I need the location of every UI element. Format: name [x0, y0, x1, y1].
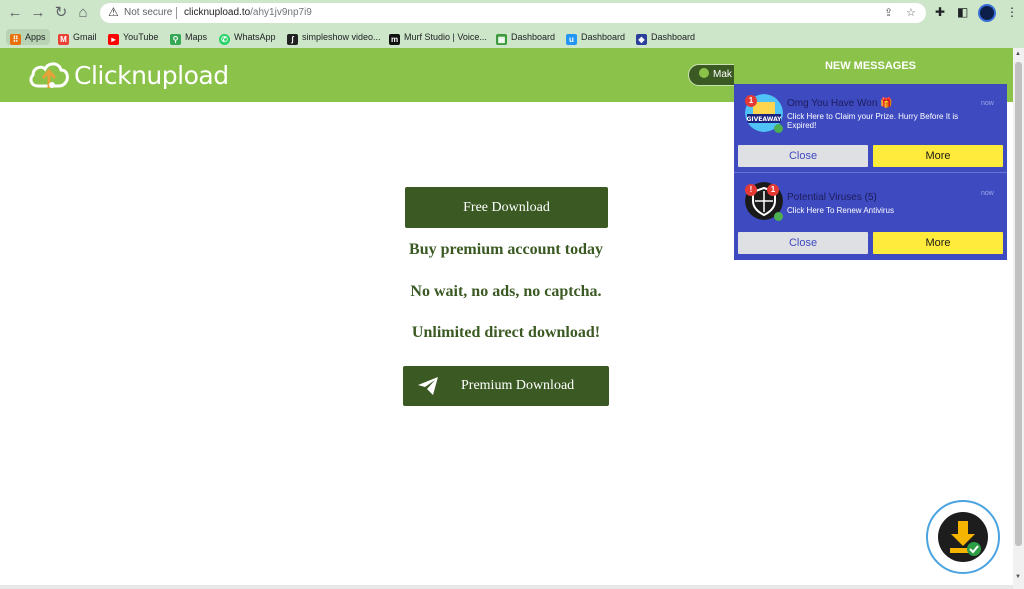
notification-header: NEW MESSAGES	[734, 48, 1007, 84]
promo-line-2: No wait, no ads, no captcha.	[410, 283, 602, 300]
notification-panel: NEW MESSAGES GIVEAWAY 1 Omg You Have Won…	[734, 48, 1007, 260]
notification-count-badge: 1	[767, 184, 779, 196]
forward-arrow-icon[interactable]: →	[29, 4, 47, 22]
bookmark-label: Maps	[185, 32, 208, 42]
notification-time: now	[981, 100, 994, 107]
notification-more-button[interactable]: More	[873, 145, 1003, 167]
bookmark-simpleshow[interactable]: ʃ simpleshow video...	[287, 29, 381, 45]
sidepanel-icon[interactable]: ◧	[957, 5, 968, 19]
download-arrow-icon	[950, 521, 981, 556]
url-text[interactable]: clicknupload.to/ahy1jv9np7i9	[184, 7, 312, 18]
bookmark-label: Apps	[25, 32, 46, 42]
header-make-button[interactable]: Mak	[688, 64, 738, 86]
notification-count-badge: !	[745, 184, 757, 196]
notification-time: now	[981, 190, 994, 197]
notification-close-button[interactable]: Close	[738, 232, 868, 254]
svg-text:GIVEAWAY: GIVEAWAY	[746, 116, 782, 123]
scroll-up-icon[interactable]: ▲	[1015, 51, 1021, 57]
gmail-icon: M	[58, 34, 69, 45]
notification-description[interactable]: Click Here to Claim your Prize. Hurry Be…	[787, 112, 979, 130]
bookmark-label: WhatsApp	[234, 32, 276, 42]
notification-more-button[interactable]: More	[873, 232, 1003, 254]
bookmark-gmail[interactable]: M Gmail	[58, 29, 97, 45]
share-icon[interactable]: ⇪	[884, 6, 893, 19]
header-button-label: Mak	[713, 69, 732, 80]
extensions-puzzle-icon[interactable]: ✚	[935, 5, 945, 19]
bookmark-label: Dashboard	[581, 32, 626, 42]
notification-title[interactable]: Potential Viruses (5)	[787, 192, 877, 203]
notification-title[interactable]: Omg You Have Won 🎁	[787, 98, 893, 109]
address-divider	[176, 7, 177, 19]
url-domain: clicknupload.to	[184, 7, 251, 18]
premium-download-button[interactable]: Premium Download	[403, 366, 609, 406]
back-arrow-icon[interactable]: ←	[6, 4, 24, 22]
bookmark-label: Murf Studio | Voice...	[404, 32, 487, 42]
promo-line-1: Buy premium account today	[409, 241, 603, 258]
bookmark-apps[interactable]: ⠿ Apps	[6, 29, 50, 45]
free-download-button[interactable]: Free Download	[405, 187, 608, 228]
kebab-menu-icon[interactable]: ⋮	[1006, 5, 1018, 19]
profile-avatar[interactable]	[978, 4, 996, 22]
reload-icon[interactable]: ↻	[52, 4, 70, 22]
bookmarks-bar: ⠿ Apps M Gmail ▸ YouTube ⚲ Maps ✆ WhatsApp ʃs…	[0, 26, 1024, 46]
notification-close-button[interactable]: Close	[738, 145, 868, 167]
home-icon[interactable]: ⌂	[74, 4, 92, 22]
simpleshow-icon: ʃ	[287, 34, 298, 45]
bookmark-label: Dashboard	[651, 32, 696, 42]
online-status-dot	[774, 212, 783, 221]
maps-pin-icon: ⚲	[170, 34, 181, 45]
star-bookmark-icon[interactable]: ☆	[906, 6, 916, 19]
notification-item[interactable]: ! 1 Potential Viruses (5) Click Here To …	[734, 172, 1007, 260]
dashboard-shield-icon: ◈	[636, 34, 647, 45]
bookmark-youtube[interactable]: ▸ YouTube	[108, 29, 158, 45]
bookmark-dashboard-1[interactable]: ▦ Dashboard	[496, 29, 555, 45]
promo-line-3: Unlimited direct download!	[411, 324, 601, 341]
notification-description[interactable]: Click Here To Renew Antivirus	[787, 206, 979, 215]
bookmark-maps[interactable]: ⚲ Maps	[170, 29, 207, 45]
apps-grid-icon: ⠿	[10, 34, 21, 45]
download-widget-inner	[938, 512, 988, 562]
bottom-edge	[0, 585, 1013, 589]
browser-chrome: ← → ↻ ⌂ ⚠ Not secure clicknupload.to/ahy…	[0, 0, 1024, 48]
notification-item[interactable]: GIVEAWAY 1 Omg You Have Won 🎁 Click Here…	[734, 84, 1007, 172]
warning-triangle-icon[interactable]: ⚠	[108, 5, 119, 19]
notification-count-badge: 1	[745, 95, 757, 107]
bookmark-whatsapp[interactable]: ✆ WhatsApp	[219, 29, 276, 45]
coin-icon	[699, 68, 709, 78]
murf-icon: m	[389, 34, 400, 45]
site-logo-text[interactable]: Clicknupload	[74, 61, 229, 90]
dashboard-icon: ▦	[496, 34, 507, 45]
security-label[interactable]: Not secure	[124, 7, 172, 18]
scroll-down-icon[interactable]: ▼	[1015, 574, 1021, 580]
page-scrollbar[interactable]: ▲ ▼	[1013, 48, 1024, 589]
scrollbar-thumb[interactable]	[1015, 62, 1022, 546]
online-status-dot	[774, 124, 783, 133]
bookmark-murf[interactable]: m Murf Studio | Voice...	[389, 29, 487, 45]
bookmark-label: Gmail	[73, 32, 97, 42]
floating-download-widget[interactable]	[926, 500, 1000, 574]
bookmark-dashboard-3[interactable]: ◈ Dashboard	[636, 29, 695, 45]
dashboard-u-icon: u	[566, 34, 577, 45]
bookmark-label: simpleshow video...	[302, 32, 381, 42]
bookmark-label: Dashboard	[511, 32, 556, 42]
url-path: /ahy1jv9np7i9	[250, 7, 312, 18]
bookmark-dashboard-2[interactable]: u Dashboard	[566, 29, 625, 45]
whatsapp-icon: ✆	[219, 34, 230, 45]
youtube-icon: ▸	[108, 34, 119, 45]
premium-download-label: Premium Download	[461, 378, 575, 393]
bookmark-label: YouTube	[123, 32, 159, 42]
cloud-upload-logo-icon[interactable]	[28, 58, 70, 92]
paper-plane-icon	[418, 377, 438, 395]
address-bar[interactable]: ⚠ Not secure clicknupload.to/ahy1jv9np7i…	[100, 3, 926, 23]
